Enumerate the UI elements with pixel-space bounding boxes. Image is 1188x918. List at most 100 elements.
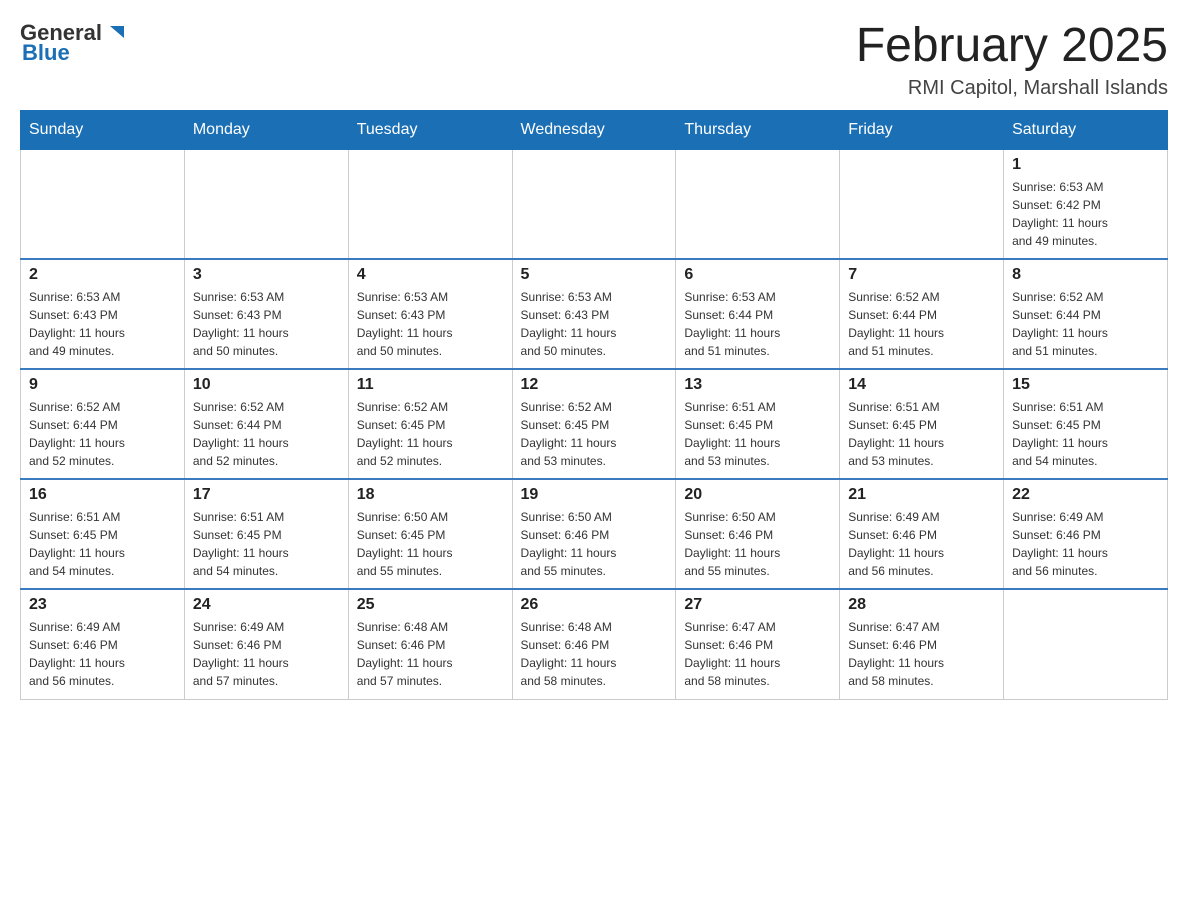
day-info: Sunrise: 6:51 AM Sunset: 6:45 PM Dayligh… — [1012, 398, 1159, 470]
calendar-cell: 8 Sunrise: 6:52 AM Sunset: 6:44 PM Daylig… — [1004, 259, 1168, 369]
day-number: 15 — [1012, 376, 1159, 394]
day-info: Sunrise: 6:51 AM Sunset: 6:45 PM Dayligh… — [848, 398, 995, 470]
day-number: 21 — [848, 486, 995, 504]
day-number: 8 — [1012, 266, 1159, 284]
calendar-cell: 19 Sunrise: 6:50 AM Sunset: 6:46 PM Dayli… — [512, 479, 676, 589]
calendar-week-row: 1Sunrise: 6:53 AM Sunset: 6:42 PM Daylig… — [21, 149, 1168, 259]
logo-blue: Blue — [22, 40, 70, 66]
day-number: 12 — [521, 376, 668, 394]
day-number: 1 — [1012, 156, 1159, 174]
day-number: 19 — [521, 486, 668, 504]
calendar-day-header: Friday — [840, 110, 1004, 149]
calendar-cell: 21 Sunrise: 6:49 AM Sunset: 6:46 PM Dayli… — [840, 479, 1004, 589]
day-number: 11 — [357, 376, 504, 394]
calendar-cell: 26 Sunrise: 6:48 AM Sunset: 6:46 PM Dayli… — [512, 589, 676, 699]
day-info: Sunrise: 6:53 AM Sunset: 6:43 PM Dayligh… — [357, 288, 504, 360]
calendar-cell: 2 Sunrise: 6:53 AM Sunset: 6:43 PM Daylig… — [21, 259, 185, 369]
day-number: 23 — [29, 596, 176, 614]
calendar-cell: 1Sunrise: 6:53 AM Sunset: 6:42 PM Daylig… — [1004, 149, 1168, 259]
day-info: Sunrise: 6:49 AM Sunset: 6:46 PM Dayligh… — [848, 508, 995, 580]
calendar-subtitle: RMI Capitol, Marshall Islands — [856, 77, 1168, 100]
day-info: Sunrise: 6:49 AM Sunset: 6:46 PM Dayligh… — [29, 618, 176, 690]
calendar-cell: 23 Sunrise: 6:49 AM Sunset: 6:46 PM Dayli… — [21, 589, 185, 699]
day-info: Sunrise: 6:49 AM Sunset: 6:46 PM Dayligh… — [1012, 508, 1159, 580]
calendar-day-header: Thursday — [676, 110, 840, 149]
calendar-cell: 9 Sunrise: 6:52 AM Sunset: 6:44 PM Daylig… — [21, 369, 185, 479]
calendar-cell — [512, 149, 676, 259]
calendar-header-row: SundayMondayTuesdayWednesdayThursdayFrid… — [21, 110, 1168, 149]
calendar-cell: 12Sunrise: 6:52 AM Sunset: 6:45 PM Dayli… — [512, 369, 676, 479]
calendar-cell — [840, 149, 1004, 259]
calendar-cell: 3 Sunrise: 6:53 AM Sunset: 6:43 PM Daylig… — [184, 259, 348, 369]
day-info: Sunrise: 6:48 AM Sunset: 6:46 PM Dayligh… — [521, 618, 668, 690]
day-number: 28 — [848, 596, 995, 614]
day-number: 26 — [521, 596, 668, 614]
day-number: 16 — [29, 486, 176, 504]
day-info: Sunrise: 6:52 AM Sunset: 6:45 PM Dayligh… — [357, 398, 504, 470]
day-number: 25 — [357, 596, 504, 614]
logo: General Blue — [20, 20, 130, 66]
logo-icon — [104, 20, 130, 46]
day-info: Sunrise: 6:53 AM Sunset: 6:43 PM Dayligh… — [29, 288, 176, 360]
calendar-cell: 20 Sunrise: 6:50 AM Sunset: 6:46 PM Dayli… — [676, 479, 840, 589]
day-info: Sunrise: 6:50 AM Sunset: 6:46 PM Dayligh… — [521, 508, 668, 580]
calendar-cell: 7 Sunrise: 6:52 AM Sunset: 6:44 PM Daylig… — [840, 259, 1004, 369]
calendar-cell: 10 Sunrise: 6:52 AM Sunset: 6:44 PM Dayli… — [184, 369, 348, 479]
calendar-cell: 13Sunrise: 6:51 AM Sunset: 6:45 PM Dayli… — [676, 369, 840, 479]
day-info: Sunrise: 6:52 AM Sunset: 6:44 PM Dayligh… — [193, 398, 340, 470]
day-info: Sunrise: 6:53 AM Sunset: 6:43 PM Dayligh… — [193, 288, 340, 360]
calendar-cell: 22Sunrise: 6:49 AM Sunset: 6:46 PM Dayli… — [1004, 479, 1168, 589]
calendar-cell: 16 Sunrise: 6:51 AM Sunset: 6:45 PM Dayli… — [21, 479, 185, 589]
day-number: 7 — [848, 266, 995, 284]
day-number: 24 — [193, 596, 340, 614]
calendar-day-header: Saturday — [1004, 110, 1168, 149]
calendar-cell — [21, 149, 185, 259]
day-info: Sunrise: 6:52 AM Sunset: 6:44 PM Dayligh… — [29, 398, 176, 470]
day-number: 17 — [193, 486, 340, 504]
calendar-cell: 24 Sunrise: 6:49 AM Sunset: 6:46 PM Dayli… — [184, 589, 348, 699]
calendar-cell: 14Sunrise: 6:51 AM Sunset: 6:45 PM Dayli… — [840, 369, 1004, 479]
calendar-cell: 11 Sunrise: 6:52 AM Sunset: 6:45 PM Dayli… — [348, 369, 512, 479]
day-number: 9 — [29, 376, 176, 394]
day-info: Sunrise: 6:52 AM Sunset: 6:44 PM Dayligh… — [848, 288, 995, 360]
calendar-title: February 2025 — [856, 20, 1168, 73]
day-info: Sunrise: 6:51 AM Sunset: 6:45 PM Dayligh… — [193, 508, 340, 580]
day-number: 3 — [193, 266, 340, 284]
calendar-cell: 6 Sunrise: 6:53 AM Sunset: 6:44 PM Daylig… — [676, 259, 840, 369]
day-number: 6 — [684, 266, 831, 284]
day-number: 27 — [684, 596, 831, 614]
day-info: Sunrise: 6:51 AM Sunset: 6:45 PM Dayligh… — [684, 398, 831, 470]
day-number: 18 — [357, 486, 504, 504]
day-info: Sunrise: 6:51 AM Sunset: 6:45 PM Dayligh… — [29, 508, 176, 580]
day-number: 20 — [684, 486, 831, 504]
page-header: General Blue February 2025 RMI Capitol, … — [20, 20, 1168, 100]
day-number: 4 — [357, 266, 504, 284]
calendar-day-header: Sunday — [21, 110, 185, 149]
day-number: 10 — [193, 376, 340, 394]
day-info: Sunrise: 6:49 AM Sunset: 6:46 PM Dayligh… — [193, 618, 340, 690]
day-number: 2 — [29, 266, 176, 284]
calendar-cell: 27Sunrise: 6:47 AM Sunset: 6:46 PM Dayli… — [676, 589, 840, 699]
calendar-day-header: Monday — [184, 110, 348, 149]
calendar-week-row: 9 Sunrise: 6:52 AM Sunset: 6:44 PM Daylig… — [21, 369, 1168, 479]
calendar-cell — [1004, 589, 1168, 699]
day-info: Sunrise: 6:47 AM Sunset: 6:46 PM Dayligh… — [848, 618, 995, 690]
day-info: Sunrise: 6:52 AM Sunset: 6:44 PM Dayligh… — [1012, 288, 1159, 360]
calendar-cell: 18 Sunrise: 6:50 AM Sunset: 6:45 PM Dayli… — [348, 479, 512, 589]
calendar-cell — [348, 149, 512, 259]
day-number: 5 — [521, 266, 668, 284]
day-info: Sunrise: 6:53 AM Sunset: 6:44 PM Dayligh… — [684, 288, 831, 360]
day-info: Sunrise: 6:50 AM Sunset: 6:45 PM Dayligh… — [357, 508, 504, 580]
calendar-cell: 17 Sunrise: 6:51 AM Sunset: 6:45 PM Dayli… — [184, 479, 348, 589]
day-info: Sunrise: 6:50 AM Sunset: 6:46 PM Dayligh… — [684, 508, 831, 580]
calendar-cell — [676, 149, 840, 259]
calendar-cell: 15 Sunrise: 6:51 AM Sunset: 6:45 PM Dayli… — [1004, 369, 1168, 479]
day-info: Sunrise: 6:48 AM Sunset: 6:46 PM Dayligh… — [357, 618, 504, 690]
calendar-cell: 25 Sunrise: 6:48 AM Sunset: 6:46 PM Dayli… — [348, 589, 512, 699]
day-info: Sunrise: 6:53 AM Sunset: 6:43 PM Dayligh… — [521, 288, 668, 360]
calendar-cell: 4 Sunrise: 6:53 AM Sunset: 6:43 PM Daylig… — [348, 259, 512, 369]
calendar-cell: 28 Sunrise: 6:47 AM Sunset: 6:46 PM Dayli… — [840, 589, 1004, 699]
calendar-day-header: Tuesday — [348, 110, 512, 149]
calendar-week-row: 23 Sunrise: 6:49 AM Sunset: 6:46 PM Dayli… — [21, 589, 1168, 699]
calendar-week-row: 2 Sunrise: 6:53 AM Sunset: 6:43 PM Daylig… — [21, 259, 1168, 369]
